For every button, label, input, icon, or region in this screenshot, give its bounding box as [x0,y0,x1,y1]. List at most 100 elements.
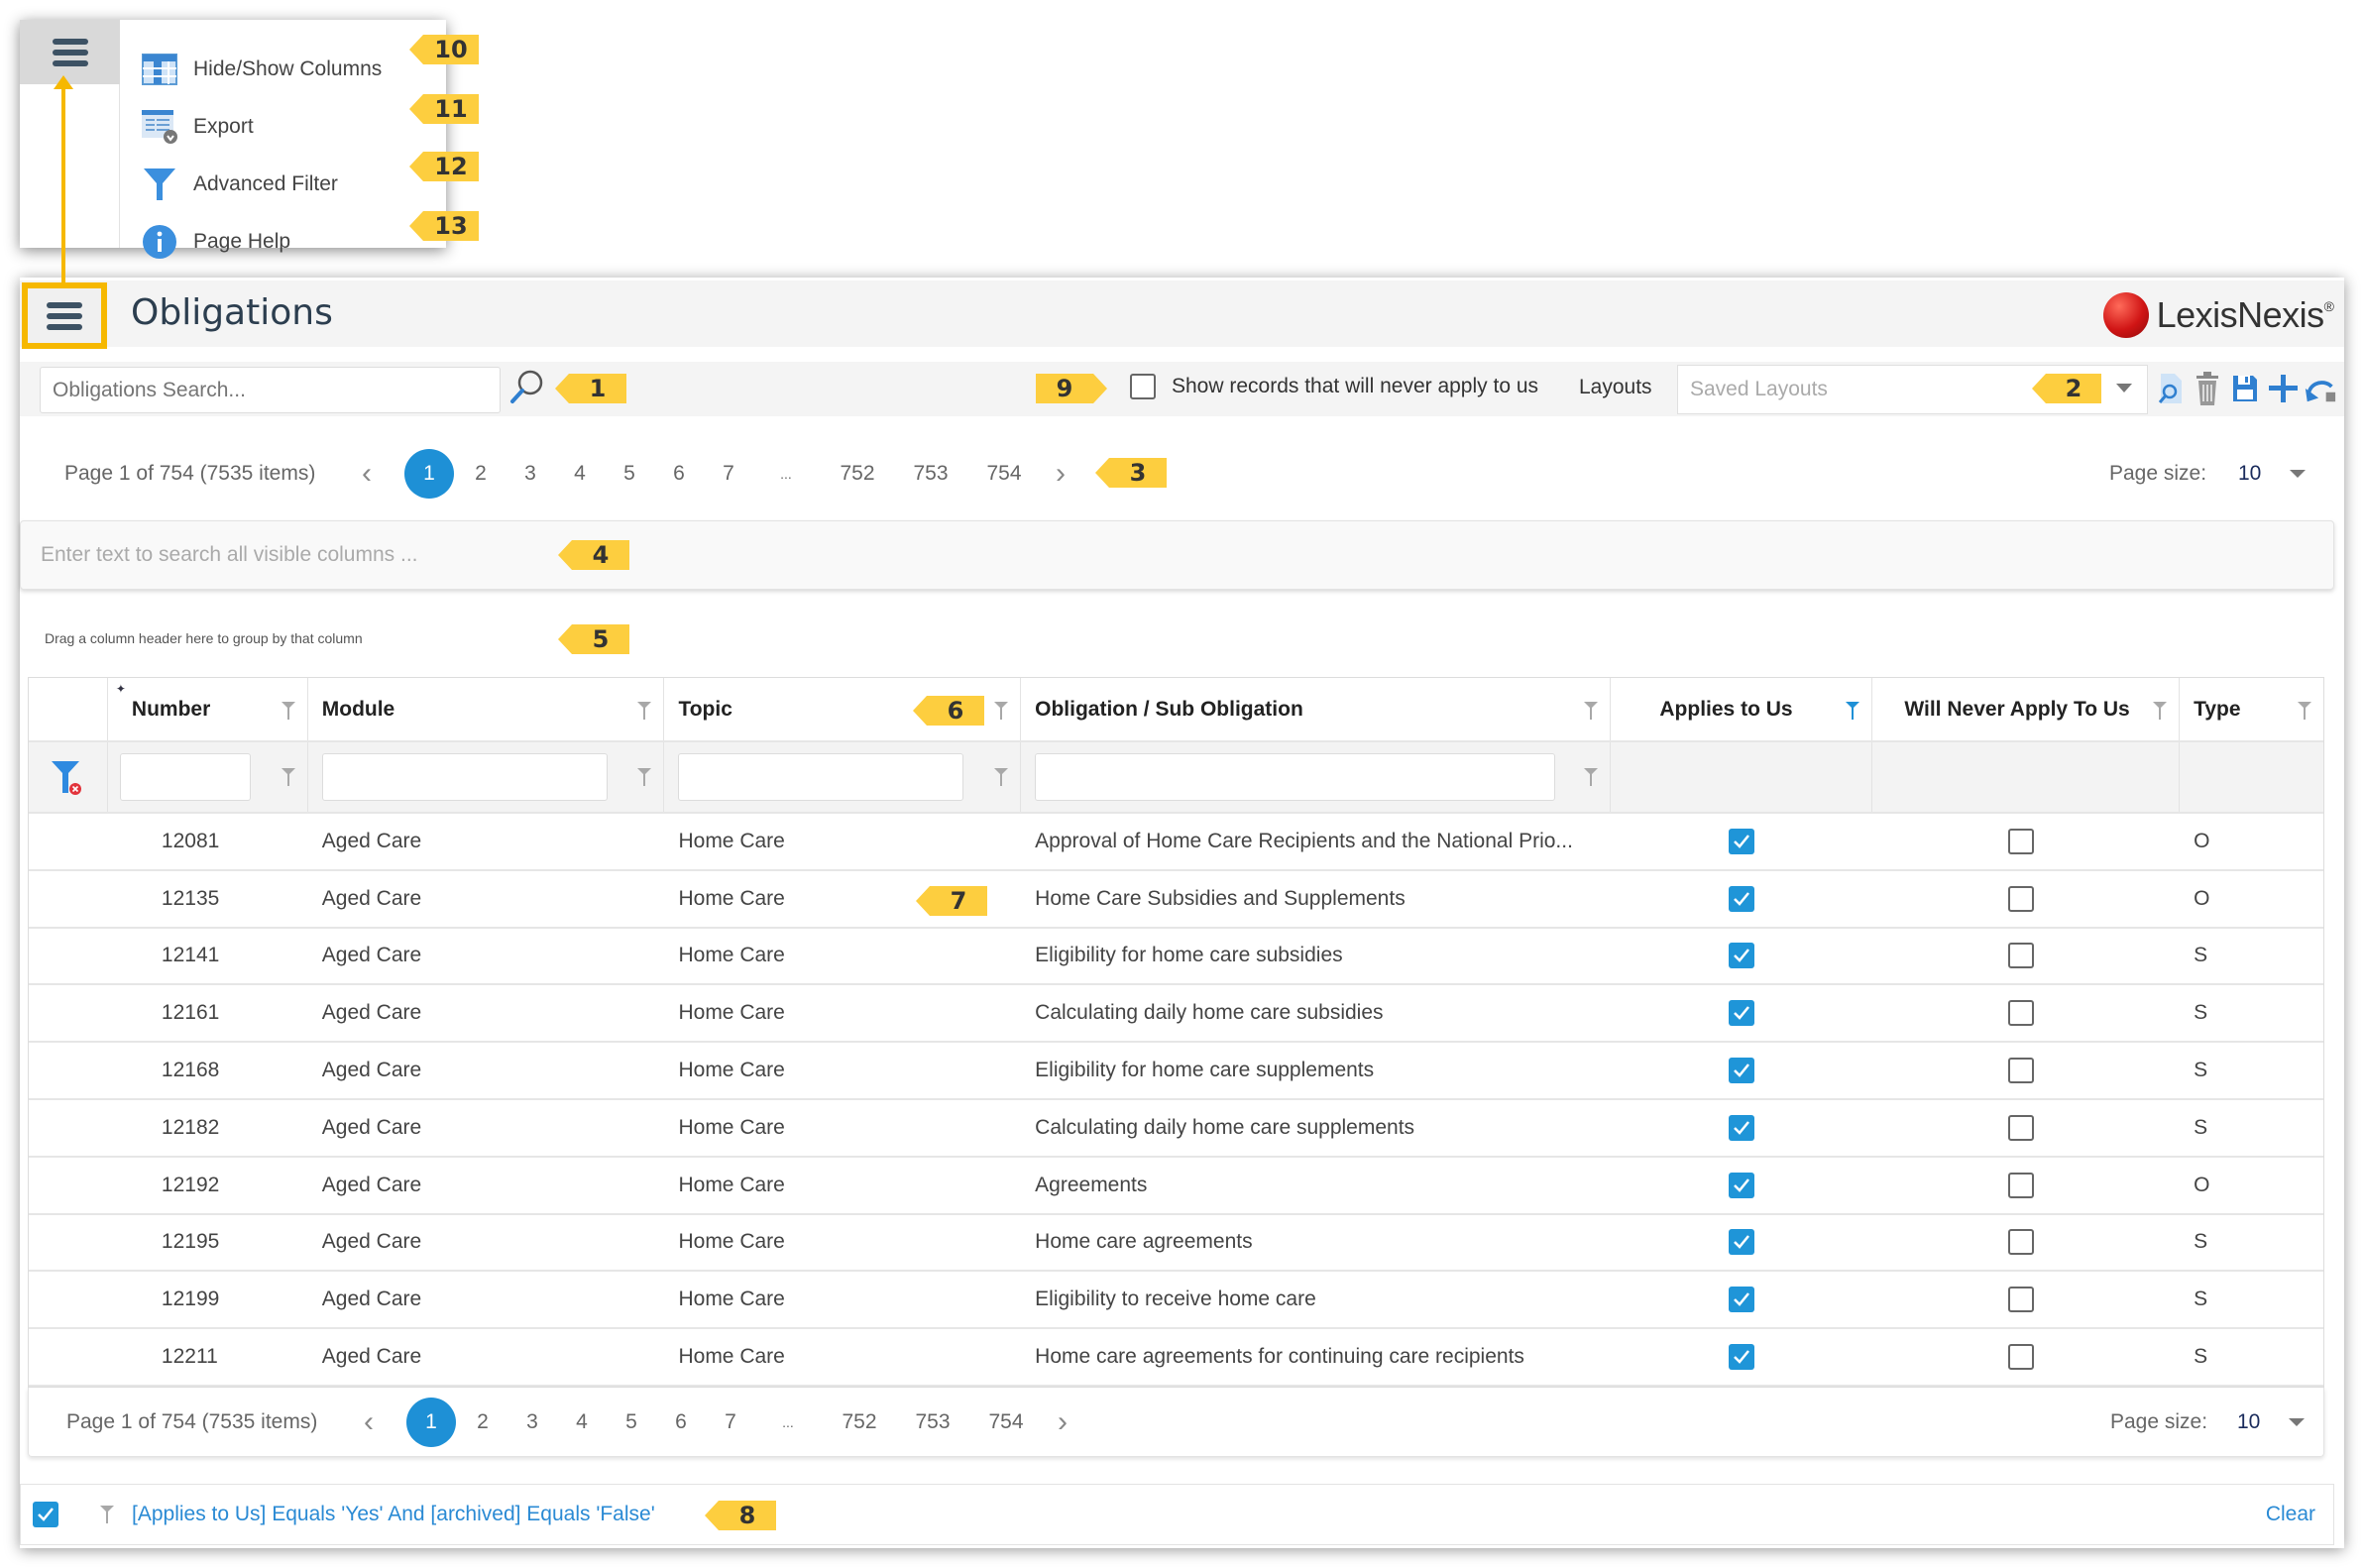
reset-layout-icon[interactable] [2304,369,2337,408]
page-button-753[interactable]: 753 [908,1410,957,1434]
search-icon[interactable] [507,368,547,407]
chevron-down-icon[interactable] [2289,1418,2305,1426]
row-select-cell[interactable] [29,929,108,984]
table-row[interactable]: 12199 Aged Care Home Care Eligibility to re… [29,1272,2323,1330]
preview-layout-icon[interactable] [2153,369,2187,408]
table-row[interactable]: 12192 Aged Care Home Care Agreements O [29,1157,2323,1215]
will-never-apply-checkbox[interactable] [2008,1172,2035,1198]
header-obligation[interactable]: Obligation / Sub Obligation [1021,678,1611,740]
table-row[interactable]: 12211 Aged Care Home Care Home care agreeme… [29,1329,2323,1387]
column-filter-icon[interactable] [1583,702,1598,720]
page-button-7[interactable]: 7 [706,1410,755,1434]
will-never-apply-checkbox[interactable] [2008,885,2035,912]
page-button-1[interactable]: 1 [404,448,454,499]
will-never-apply-checkbox[interactable] [2008,1344,2035,1371]
page-button-754[interactable]: 754 [979,462,1029,486]
table-row[interactable]: 12135 Aged Care Home Care Home Care Subsidi… [29,870,2323,929]
will-never-apply-checkbox[interactable] [2008,943,2035,969]
table-row[interactable]: 12168 Aged Care Home Care Eligibility for h… [29,1043,2323,1100]
active-column-filter-icon[interactable] [1846,702,1860,720]
page-button-2[interactable]: 2 [458,1410,507,1434]
applies-to-us-checkbox[interactable] [1729,1172,1754,1198]
applies-to-us-checkbox[interactable] [1729,943,1754,969]
cell-obligation[interactable]: Calculating daily home care subsidies [1021,985,1610,1041]
page-size-select[interactable]: 10 [2238,462,2261,486]
next-page-icon[interactable]: › [1058,1405,1068,1439]
row-select-cell[interactable] [29,1215,108,1271]
cell-obligation[interactable]: Eligibility for home care supplements [1021,1043,1610,1098]
column-filter-icon[interactable] [281,768,295,786]
applies-to-us-checkbox[interactable] [1729,828,1754,854]
row-select-cell[interactable] [29,985,108,1041]
cell-obligation[interactable]: Home care agreements [1021,1215,1610,1271]
column-filter-icon[interactable] [994,702,1009,720]
menu-item-advanced-filter[interactable]: Advanced Filter [120,160,437,209]
row-select-cell[interactable] [29,1158,108,1213]
obligations-search-input[interactable] [40,367,501,413]
applies-to-us-checkbox[interactable] [1729,1287,1754,1313]
page-size-select[interactable]: 10 [2237,1410,2260,1434]
menu-item-page-help[interactable]: Page Help [120,217,437,267]
row-select-cell[interactable] [29,814,108,869]
will-never-apply-checkbox[interactable] [2008,1058,2035,1084]
applies-to-us-checkbox[interactable] [1729,1344,1754,1371]
table-row[interactable]: 12141 Aged Care Home Care Eligibility for h… [29,928,2323,986]
header-type[interactable]: Type [2180,678,2323,740]
will-never-apply-checkbox[interactable] [2008,1229,2035,1256]
column-filter-icon[interactable] [2153,702,2168,720]
applies-to-us-checkbox[interactable] [1729,1114,1754,1141]
next-page-icon[interactable]: › [1056,457,1066,491]
page-button-4[interactable]: 4 [557,1410,607,1434]
cell-obligation[interactable]: Home Care Subsidies and Supplements [1021,871,1610,927]
page-button-4[interactable]: 4 [555,462,605,486]
cell-obligation[interactable]: Eligibility to receive home care [1021,1272,1610,1327]
table-row[interactable]: 12195 Aged Care Home Care Home care agreeme… [29,1214,2323,1273]
header-module[interactable]: Module [308,678,665,740]
cell-obligation[interactable]: Agreements [1021,1158,1610,1213]
add-layout-icon[interactable] [2266,369,2300,408]
column-filter-icon[interactable] [637,768,652,786]
column-filter-icon[interactable] [1583,768,1598,786]
cell-obligation[interactable]: Eligibility for home care subsidies [1021,929,1610,984]
row-select-cell[interactable] [29,1100,108,1156]
cell-obligation[interactable]: Home care agreements for continuing care… [1021,1329,1610,1385]
delete-layout-icon[interactable] [2191,369,2224,408]
filter-module-input[interactable] [321,753,608,801]
page-button-3[interactable]: 3 [507,1410,557,1434]
page-button-5[interactable]: 5 [607,1410,656,1434]
row-select-cell[interactable] [29,871,108,927]
page-button-752[interactable]: 752 [835,1410,884,1434]
clear-filter-link[interactable]: Clear [2266,1503,2315,1526]
grid-menu-button[interactable] [22,282,107,349]
page-button-5[interactable]: 5 [605,462,654,486]
group-by-drop-zone[interactable]: Drag a column header here to group by th… [45,630,363,646]
table-row[interactable]: 12161 Aged Care Home Care Calculating daily… [29,985,2323,1044]
prev-page-icon[interactable]: ‹ [362,457,372,491]
column-filter-icon[interactable] [2297,702,2311,720]
page-button-753[interactable]: 753 [906,462,956,486]
page-button-754[interactable]: 754 [981,1410,1031,1434]
table-row[interactable]: 12081 Aged Care Home Care Approval of Home … [29,814,2323,871]
header-number[interactable]: ✦ Number [108,678,308,740]
cell-obligation[interactable]: Calculating daily home care supplements [1021,1100,1610,1156]
applies-to-us-checkbox[interactable] [1729,1000,1754,1027]
page-ellipsis[interactable]: ... [761,466,811,482]
page-button-3[interactable]: 3 [506,462,555,486]
page-button-2[interactable]: 2 [456,462,506,486]
page-button-1[interactable]: 1 [406,1397,456,1447]
filter-expression-link[interactable]: [Applies to Us] Equals 'Yes' And [archiv… [132,1503,655,1526]
cell-obligation[interactable]: Approval of Home Care Recipients and the… [1021,814,1610,869]
applies-to-us-checkbox[interactable] [1729,1058,1754,1084]
chevron-down-icon[interactable] [2290,470,2306,478]
clear-filters-button[interactable] [29,742,108,812]
filter-topic-input[interactable] [678,753,964,801]
save-layout-icon[interactable] [2228,369,2262,408]
filter-enabled-checkbox[interactable] [33,1502,58,1527]
prev-page-icon[interactable]: ‹ [364,1405,374,1439]
will-never-apply-checkbox[interactable] [2008,1000,2035,1027]
header-will-never-apply[interactable]: Will Never Apply To Us [1872,678,2181,740]
chevron-down-icon[interactable] [2116,384,2132,392]
column-filter-icon[interactable] [281,702,295,720]
menu-item-export[interactable]: Export [120,102,437,152]
applies-to-us-checkbox[interactable] [1729,1229,1754,1256]
